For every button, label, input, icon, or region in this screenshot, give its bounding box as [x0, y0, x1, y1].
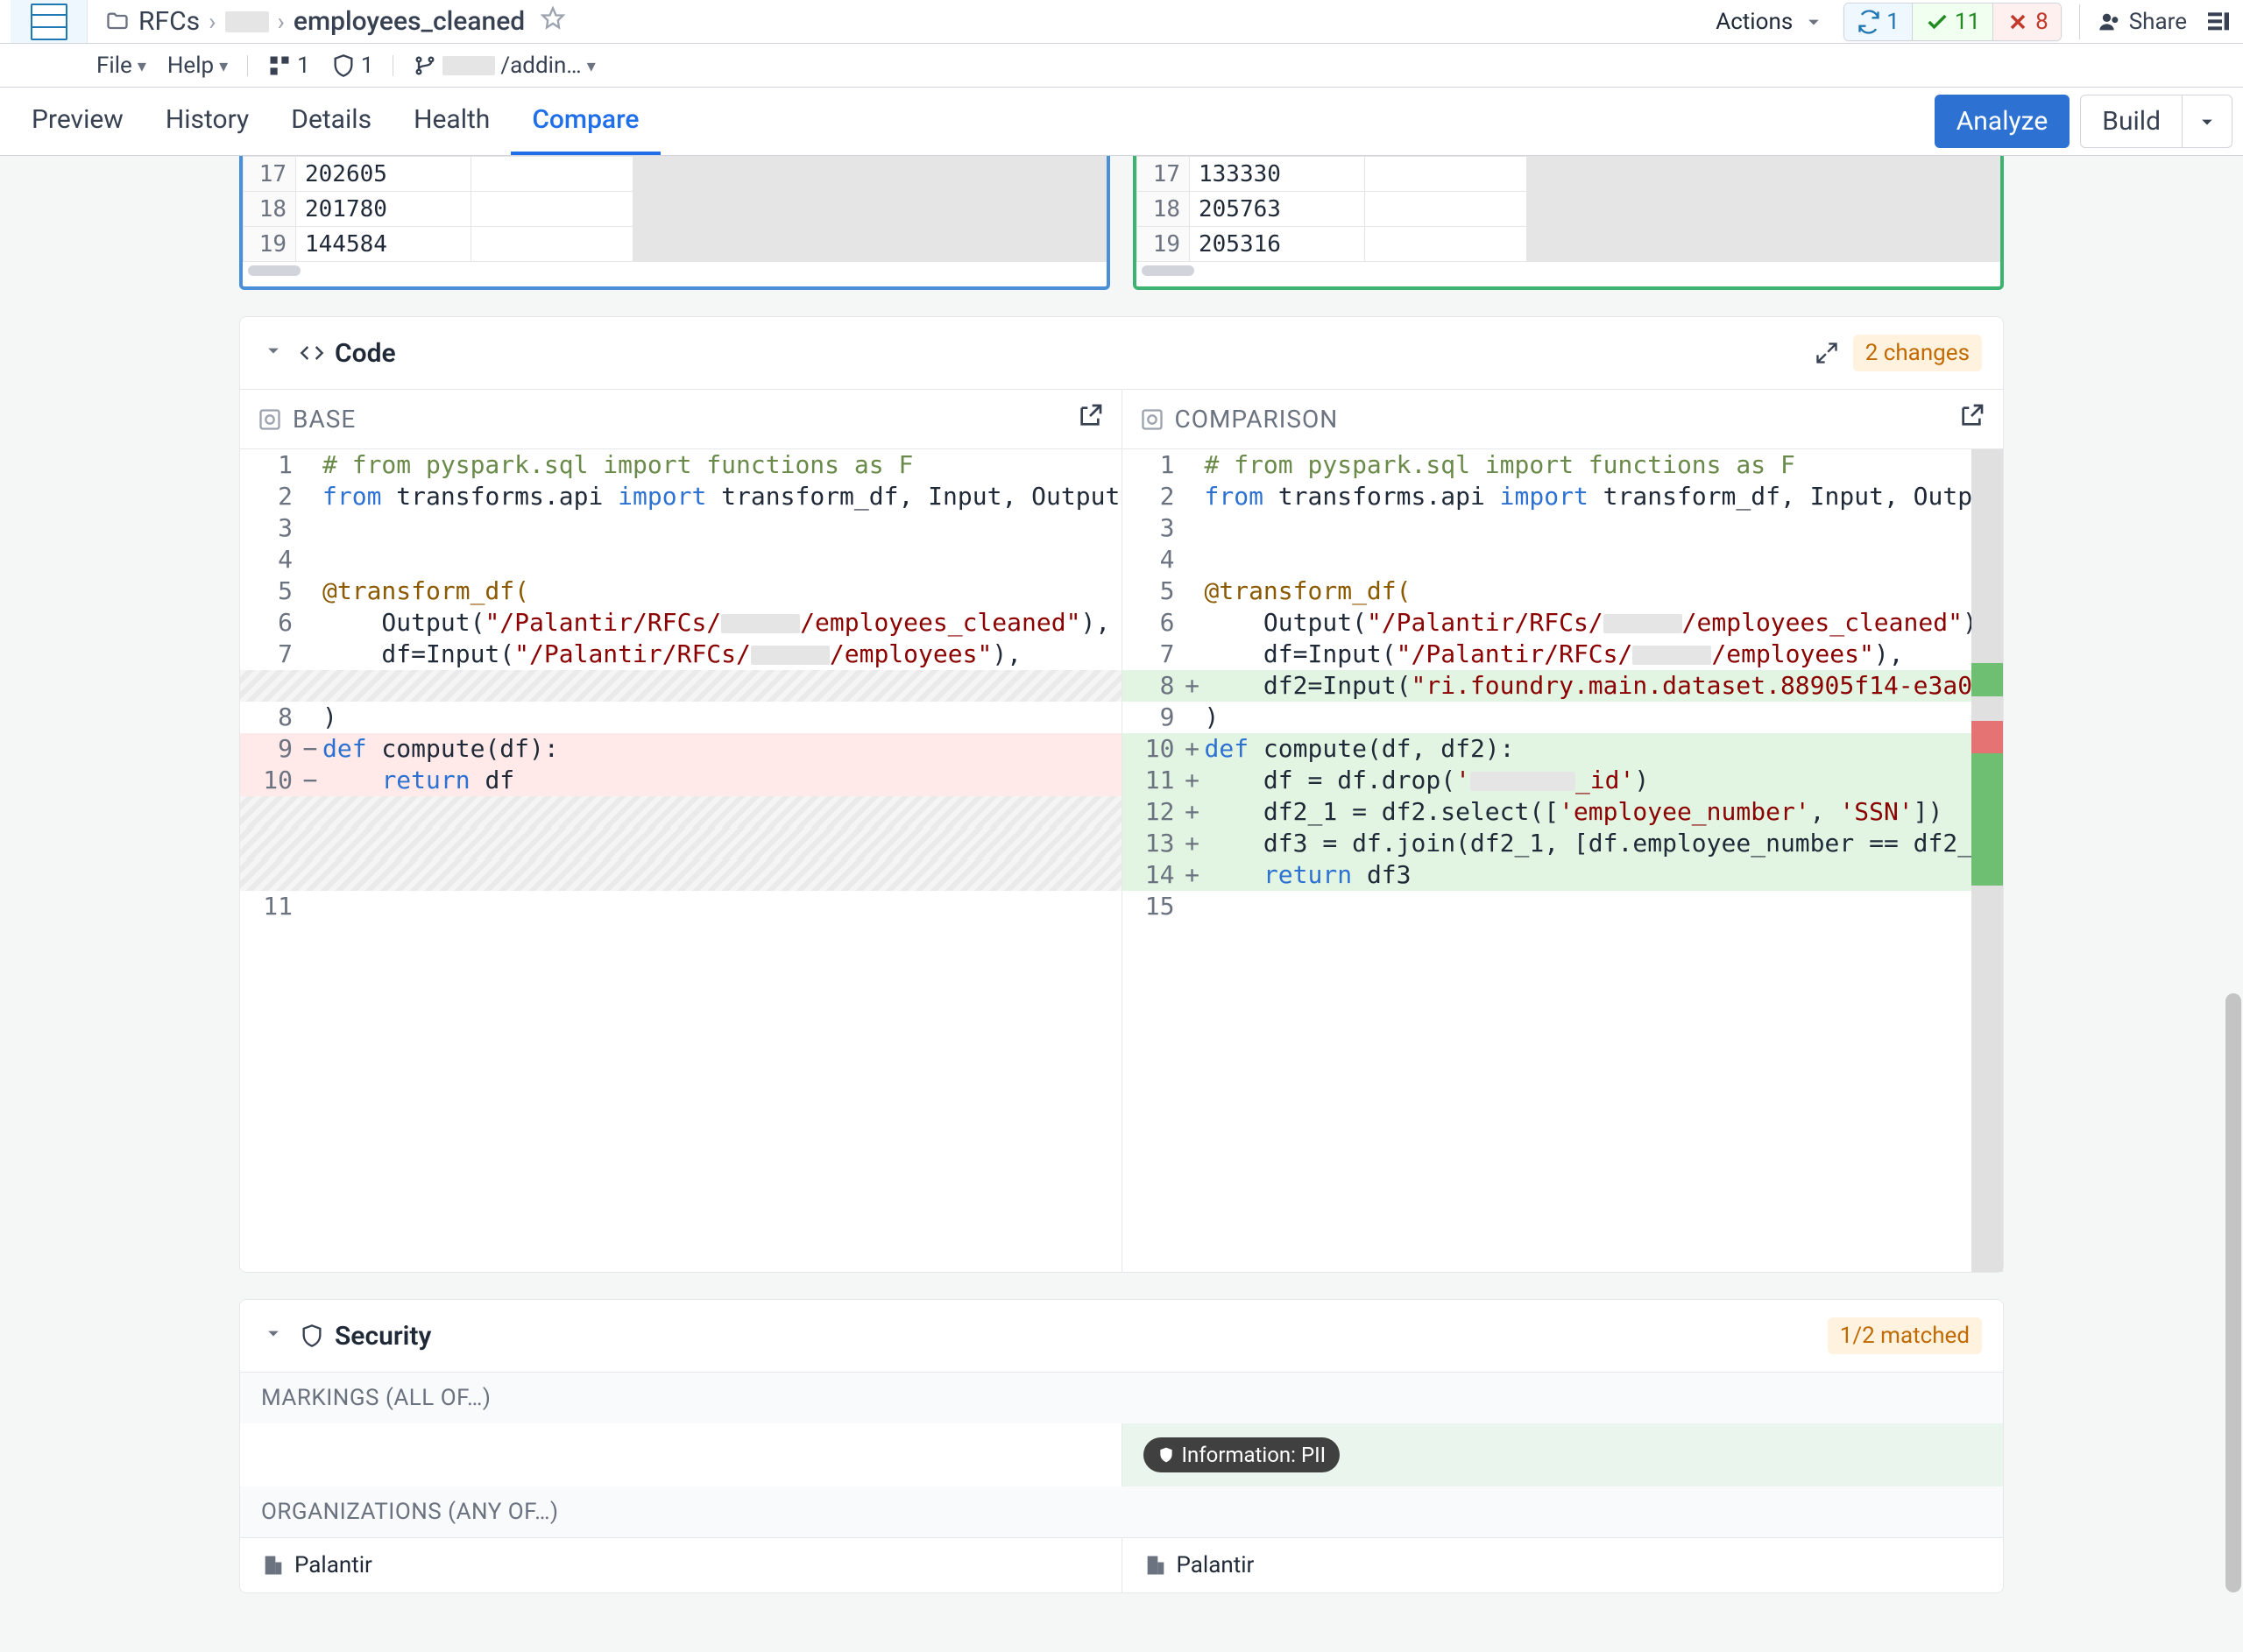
- chevron-down-icon: [261, 338, 286, 363]
- file-menu-bar: File▾ Help▾ 1 1 /addin… ▾: [0, 44, 2243, 88]
- markings-base-cell: [240, 1423, 1122, 1486]
- base-code-panel[interactable]: 1# from pyspark.sql import functions as …: [240, 449, 1122, 1272]
- file-menu[interactable]: File▾: [88, 49, 155, 82]
- markings-row: Information: PII: [240, 1423, 2003, 1486]
- table-row: 19205316: [1137, 227, 2000, 262]
- status-sync[interactable]: 1: [1844, 4, 1913, 40]
- comparison-code-panel[interactable]: 1# from pyspark.sql import functions as …: [1122, 449, 2004, 1272]
- table-row: 18201780: [244, 192, 1107, 227]
- marking-pill[interactable]: Information: PII: [1143, 1437, 1341, 1472]
- table-row: 17202605: [244, 157, 1107, 192]
- tab-compare[interactable]: Compare: [511, 88, 660, 155]
- code-compare-card: Code 2 changes BASE COMPARISON: [239, 316, 2004, 1273]
- build-status-group: 1 11 8: [1843, 3, 2061, 41]
- table-row: 17133330: [1137, 157, 2000, 192]
- status-passed[interactable]: 11: [1913, 4, 1993, 40]
- chevron-down-icon: [261, 1321, 286, 1345]
- changes-badge: 2 changes: [1853, 335, 1982, 371]
- preview-base: 17202605 18201780 19144584: [239, 156, 1110, 290]
- help-menu[interactable]: Help▾: [159, 49, 237, 82]
- compare-body: 17202605 18201780 19144584 17133330 1820…: [0, 156, 2243, 1652]
- tab-preview[interactable]: Preview: [11, 88, 145, 155]
- open-link-icon[interactable]: [1957, 402, 1985, 436]
- chevron-right-icon: ›: [209, 7, 216, 36]
- transaction-icon: [258, 407, 282, 432]
- panel-toggle-icon[interactable]: [2204, 8, 2232, 36]
- horizontal-scrollbar[interactable]: [1142, 265, 1194, 276]
- schema-icon: [267, 53, 292, 78]
- favorite-star-icon[interactable]: [541, 6, 565, 38]
- code-icon: [300, 341, 324, 365]
- sync-icon: [1857, 10, 1881, 34]
- markings-label: MARKINGS (ALL OF…): [240, 1373, 2003, 1423]
- build-button-dropdown[interactable]: [2183, 95, 2232, 148]
- org-base-cell: Palantir: [240, 1538, 1122, 1592]
- organization-icon: [1143, 1553, 1168, 1578]
- horizontal-scrollbar[interactable]: [248, 265, 301, 276]
- shield-icon: [1157, 1446, 1175, 1464]
- page-title: employees_cleaned: [294, 6, 525, 37]
- shield-icon: [300, 1324, 324, 1348]
- markings-comparison-cell: Information: PII: [1122, 1423, 2004, 1486]
- shield-icon: [331, 53, 356, 78]
- breadcrumb-folder[interactable]: RFCs: [138, 6, 200, 37]
- expand-icon[interactable]: [1815, 341, 1839, 365]
- breadcrumb-redacted: [225, 11, 269, 32]
- chevron-down-icon: [1801, 10, 1826, 34]
- table-row: 19144584: [244, 227, 1107, 262]
- base-column-header: BASE: [240, 390, 1122, 448]
- org-comparison-cell: Palantir: [1122, 1538, 2004, 1592]
- chevron-down-icon: [2195, 109, 2219, 134]
- analyze-button[interactable]: Analyze: [1935, 95, 2070, 148]
- organization-icon: [261, 1553, 286, 1578]
- breadcrumb: RFCs › › employees_cleaned: [88, 6, 583, 38]
- comparison-column-header: COMPARISON: [1122, 390, 2004, 448]
- actions-dropdown[interactable]: Actions: [1716, 9, 1826, 35]
- organizations-row: Palantir Palantir: [240, 1537, 2003, 1592]
- collapse-toggle[interactable]: [261, 1321, 286, 1352]
- branch-selector[interactable]: /addin… ▾: [404, 49, 604, 82]
- users-icon: [2098, 10, 2122, 34]
- build-button[interactable]: Build: [2080, 95, 2183, 148]
- security-card: Security 1/2 matched MARKINGS (ALL OF…) …: [239, 1299, 2004, 1593]
- transaction-icon: [1140, 407, 1164, 432]
- collapse-toggle[interactable]: [261, 338, 286, 369]
- data-preview-row: 17202605 18201780 19144584 17133330 1820…: [239, 156, 2004, 290]
- check-icon: [1925, 10, 1949, 34]
- build-button-group: Build: [2080, 95, 2232, 148]
- page-scrollbar[interactable]: [2225, 156, 2241, 1652]
- share-button[interactable]: Share: [2098, 9, 2187, 35]
- dataset-type-icon: [11, 0, 88, 43]
- shield-indicator[interactable]: 1: [322, 49, 383, 82]
- branch-icon: [413, 53, 437, 78]
- tab-history[interactable]: History: [145, 88, 270, 155]
- schema-indicator[interactable]: 1: [258, 49, 319, 82]
- status-failed[interactable]: 8: [1993, 4, 2061, 40]
- diff-overview-ruler[interactable]: [1971, 449, 2003, 1272]
- view-tabs: Preview History Details Health Compare A…: [0, 88, 2243, 156]
- organizations-label: ORGANIZATIONS (ANY OF…): [240, 1486, 2003, 1537]
- open-link-icon[interactable]: [1076, 402, 1104, 436]
- x-icon: [2006, 10, 2030, 34]
- table-row: 18205763: [1137, 192, 2000, 227]
- matched-badge: 1/2 matched: [1828, 1317, 1982, 1354]
- chevron-right-icon: ›: [278, 7, 285, 36]
- tab-health[interactable]: Health: [393, 88, 511, 155]
- preview-comparison: 17133330 18205763 19205316: [1133, 156, 2004, 290]
- title-bar: RFCs › › employees_cleaned Actions 1 11 …: [0, 0, 2243, 44]
- tab-details[interactable]: Details: [270, 88, 393, 155]
- folder-icon: [105, 10, 130, 34]
